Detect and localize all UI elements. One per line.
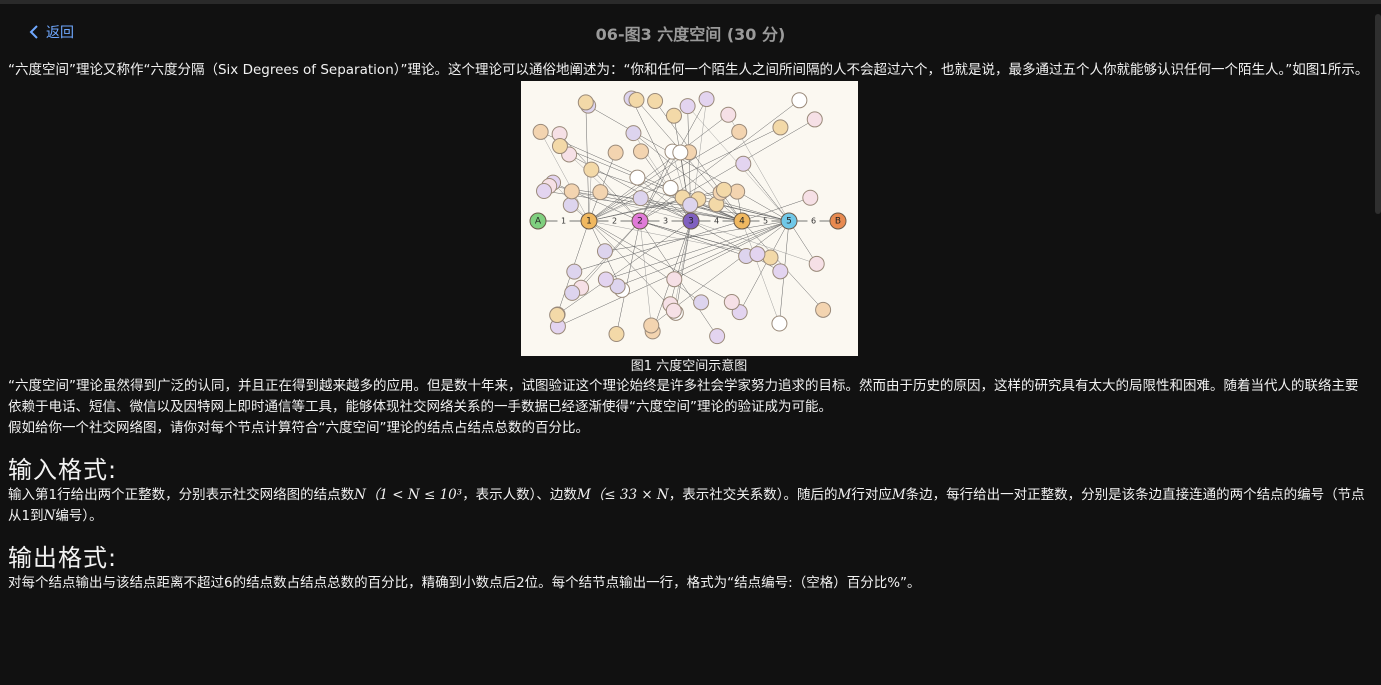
graph-node (532, 123, 549, 140)
graph-node (708, 328, 725, 345)
graph-node (563, 284, 580, 301)
output-format-text: 对每个结点输出与该结点距离不超过6的结点数占结点总数的百分比，精确到小数点后2位… (8, 575, 921, 591)
graph-node (665, 302, 682, 319)
graph-node (632, 190, 649, 207)
graph-node (814, 301, 831, 318)
graph-node (679, 98, 696, 115)
graph-node (728, 183, 745, 200)
graph-node (535, 183, 552, 200)
background-paragraph: “六度空间”理论虽然得到广泛的认同，并且正在得到越来越多的应用。但是数十年来，试… (8, 378, 1359, 415)
graph-node (770, 315, 787, 332)
graph-node (771, 263, 788, 280)
top-bar (0, 0, 1381, 4)
chain-node-label: A (534, 217, 541, 227)
graph-node (632, 143, 649, 160)
graph-node (734, 155, 751, 172)
graph-node (790, 92, 807, 109)
graph-node (808, 255, 825, 272)
graph-node (665, 271, 682, 288)
chain-node-label: 3 (688, 217, 694, 227)
problem-content: “六度空间”理论又称作“六度分隔（Six Degrees of Separati… (8, 60, 1370, 594)
graph-node (624, 125, 641, 142)
chain-node-label: 5 (786, 217, 792, 227)
graph-edge (588, 220, 732, 303)
input-text: ，表示人数）、边数 (462, 487, 577, 503)
chain-edge-label: 2 (611, 217, 616, 226)
graph-node (806, 111, 823, 128)
graph-node (627, 91, 644, 108)
graph-edge (585, 102, 589, 222)
graph-node (548, 307, 565, 324)
graph-edge (639, 220, 651, 326)
chain-edge-label: 5 (762, 217, 767, 226)
graph-node (577, 94, 594, 111)
graph-node (563, 183, 580, 200)
graph-node (646, 93, 663, 110)
graph-edge (615, 220, 640, 335)
header: 返回 06-图3 六度空间 (30 分) (0, 12, 1381, 52)
output-format-heading: 输出格式: (8, 544, 118, 572)
graph-node (692, 294, 709, 311)
graph-edge (742, 163, 789, 222)
graph-node (665, 107, 682, 124)
graph-node (565, 263, 582, 280)
graph-node (551, 138, 568, 155)
chain-node-label: 1 (586, 217, 592, 227)
input-format-heading: 输入格式: (8, 456, 118, 484)
task-paragraph: 假如给你一个社交网络图，请你对每个节点计算符合“六度空间”理论的结点占结点总数的… (8, 420, 589, 436)
graph-node (681, 196, 698, 213)
input-text: ，表示社交关系数）。随后的 (668, 487, 838, 503)
intro-paragraph: “六度空间”理论又称作“六度分隔（Six Degrees of Separati… (8, 62, 1369, 78)
graph-node (762, 249, 779, 266)
graph-node (596, 243, 613, 260)
math-expression: M（≤ 33 × N (576, 487, 669, 503)
graph-node (591, 184, 608, 201)
six-degrees-diagram: 1 2 3 4 5 6 A 1 2 3 4 5 B (520, 81, 858, 356)
graph-node (607, 326, 624, 343)
chain-edge-label: 4 (713, 217, 718, 226)
graph-node (719, 106, 736, 123)
math-expression: N (43, 508, 56, 524)
chain-node-label: 2 (637, 217, 643, 227)
graph-node (642, 317, 659, 334)
graph-node (671, 144, 688, 161)
graph-node (582, 161, 599, 178)
graph-edge (588, 220, 674, 311)
graph-node (801, 189, 818, 206)
graph-node (748, 246, 765, 263)
figure-caption: 图1 六度空间示意图 (630, 359, 748, 374)
graph-node (597, 271, 614, 288)
math-expression: M (891, 487, 906, 503)
graph-node (771, 119, 788, 136)
graph-node (698, 91, 715, 108)
graph-node (730, 123, 747, 140)
graph-node (628, 169, 645, 186)
input-text: 编号）。 (55, 508, 103, 524)
graph-edge (588, 220, 757, 255)
graph-node (723, 294, 740, 311)
graph-node (715, 181, 732, 198)
chain-node-label: 4 (739, 217, 745, 227)
graph-node (662, 180, 679, 197)
math-expression: N（1 < N ≤ 10³ (354, 487, 463, 503)
math-expression: M (837, 487, 852, 503)
graph-node (607, 144, 624, 161)
chain-node-label: B (834, 217, 840, 227)
graph-node (562, 196, 579, 213)
network-graph: 1 2 3 4 5 6 A 1 2 3 4 5 B (529, 90, 846, 345)
figure: 1 2 3 4 5 6 A 1 2 3 4 5 B 图1 六度空间示意图 (8, 81, 1370, 376)
scrollbar[interactable] (1375, 14, 1381, 214)
chain-edge-label: 3 (662, 217, 667, 226)
input-format-text: 输入第1行给出两个正整数，分别表示社交网络图的结点数N（1 < N ≤ 10³，… (8, 485, 1370, 527)
chain-edge-label: 6 (810, 217, 815, 226)
page-title: 06-图3 六度空间 (30 分) (595, 25, 786, 44)
input-text: 行对应 (851, 487, 892, 503)
chain-edge-label: 1 (560, 217, 565, 226)
input-text: 输入第1行给出两个正整数，分别表示社交网络图的结点数 (8, 487, 355, 503)
